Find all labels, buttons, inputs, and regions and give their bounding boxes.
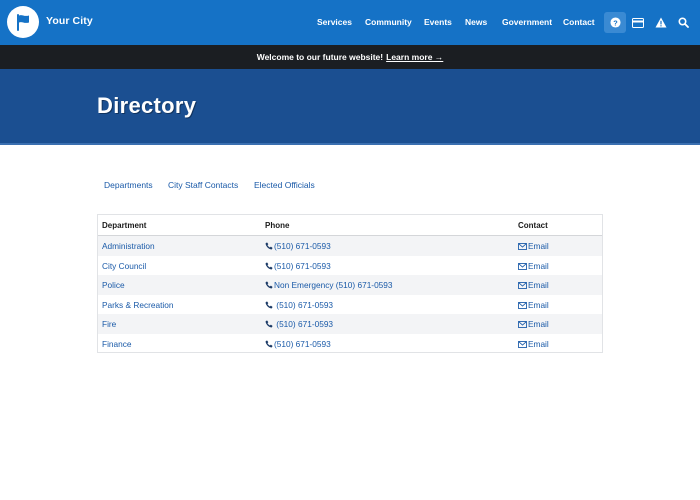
mail-icon: [518, 243, 527, 250]
tab-city-staff-contacts[interactable]: City Staff Contacts: [168, 180, 238, 190]
phone-number: (510) 671-0593: [274, 260, 331, 271]
nav-link-government[interactable]: Government: [502, 17, 552, 27]
phone-link[interactable]: (510) 671-0593: [265, 319, 333, 329]
directory-table: Department Phone Contact Administration …: [97, 214, 603, 353]
mail-icon: [518, 282, 527, 289]
phone-icon: [265, 261, 273, 269]
page-hero: Directory: [0, 69, 700, 145]
help-button[interactable]: ?: [604, 12, 626, 33]
phone-link[interactable]: Non Emergency (510) 671-0593: [265, 280, 393, 290]
phone-icon: [265, 242, 273, 250]
phone-icon: [265, 339, 273, 347]
tab-elected-officials[interactable]: Elected Officials: [254, 180, 315, 190]
phone-link[interactable]: (510) 671-0593: [265, 339, 331, 349]
email-link[interactable]: Email: [518, 280, 549, 290]
search-icon: [677, 17, 689, 28]
email-label: Email: [528, 338, 549, 349]
department-link[interactable]: Police: [102, 280, 125, 290]
department-link[interactable]: City Council: [102, 261, 146, 271]
nav-link-contact[interactable]: Contact: [563, 17, 595, 27]
phone-number: (510) 671-0593: [274, 241, 331, 251]
department-link[interactable]: Fire: [102, 319, 116, 329]
flag-icon: [17, 14, 29, 31]
email-label: Email: [528, 260, 549, 271]
department-link[interactable]: Parks & Recreation: [102, 300, 173, 310]
email-link[interactable]: Email: [518, 339, 549, 349]
city-logo[interactable]: [7, 6, 39, 38]
mail-icon: [518, 262, 527, 270]
alerts-button[interactable]: [650, 12, 672, 33]
department-link[interactable]: Finance: [102, 339, 132, 349]
email-link[interactable]: Email: [518, 241, 549, 251]
phone-icon: [265, 281, 273, 289]
mail-icon: [518, 321, 527, 328]
phone-number: Non Emergency (510) 671-0593: [274, 280, 393, 290]
phone-link[interactable]: (510) 671-0593: [265, 241, 331, 251]
question-icon: ?: [609, 17, 621, 28]
email-link[interactable]: Email: [518, 319, 549, 329]
phone-number: (510) 671-0593: [274, 338, 331, 349]
announcement-banner: Welcome to our future website! Learn mor…: [0, 45, 700, 69]
search-button[interactable]: [672, 12, 694, 33]
header-phone: Phone: [265, 221, 290, 230]
table-row: Fire (510) 671-0593 Email: [98, 314, 602, 334]
svg-text:?: ?: [613, 18, 618, 27]
alert-icon: [655, 17, 667, 28]
email-label: Email: [528, 241, 549, 251]
card-icon: [632, 17, 644, 28]
header-department: Department: [102, 221, 147, 230]
phone-icon: [265, 320, 273, 328]
mail-icon: [518, 340, 527, 348]
table-header: Department Phone Contact: [98, 215, 602, 236]
table-row: Administration (510) 671-0593 Email: [98, 236, 602, 256]
phone-number: (510) 671-0593: [274, 319, 334, 329]
nav-link-services[interactable]: Services: [317, 17, 352, 27]
table-row: Police Non Emergency (510) 671-0593 Emai…: [98, 275, 602, 295]
page-title: Directory: [97, 93, 197, 118]
nav-link-events[interactable]: Events: [424, 17, 452, 27]
phone-number: (510) 671-0593: [274, 299, 334, 310]
phone-link[interactable]: (510) 671-0593: [265, 261, 331, 271]
nav-link-community[interactable]: Community: [365, 17, 412, 27]
site-name[interactable]: Your City: [46, 15, 93, 27]
phone-icon: [265, 300, 273, 308]
learn-more-link[interactable]: Learn more →: [386, 52, 443, 62]
nav-link-news[interactable]: News: [465, 17, 487, 27]
header-contact: Contact: [518, 221, 548, 230]
email-label: Email: [528, 299, 549, 310]
table-row: Finance (510) 671-0593 Email: [98, 334, 602, 354]
table-row: Parks & Recreation (510) 671-0593 Email: [98, 295, 602, 315]
mail-icon: [518, 301, 527, 309]
email-link[interactable]: Email: [518, 261, 549, 271]
department-link[interactable]: Administration: [102, 241, 155, 251]
table-row: City Council (510) 671-0593 Email: [98, 256, 602, 276]
banner-text: Welcome to our future website!: [256, 52, 384, 62]
payments-button[interactable]: [627, 12, 649, 33]
tab-departments[interactable]: Departments: [104, 180, 153, 190]
email-label: Email: [528, 319, 549, 329]
email-link[interactable]: Email: [518, 300, 549, 310]
phone-link[interactable]: (510) 671-0593: [265, 300, 333, 310]
top-navigation: Your City Services Community Events News…: [0, 0, 700, 45]
email-label: Email: [528, 280, 549, 290]
